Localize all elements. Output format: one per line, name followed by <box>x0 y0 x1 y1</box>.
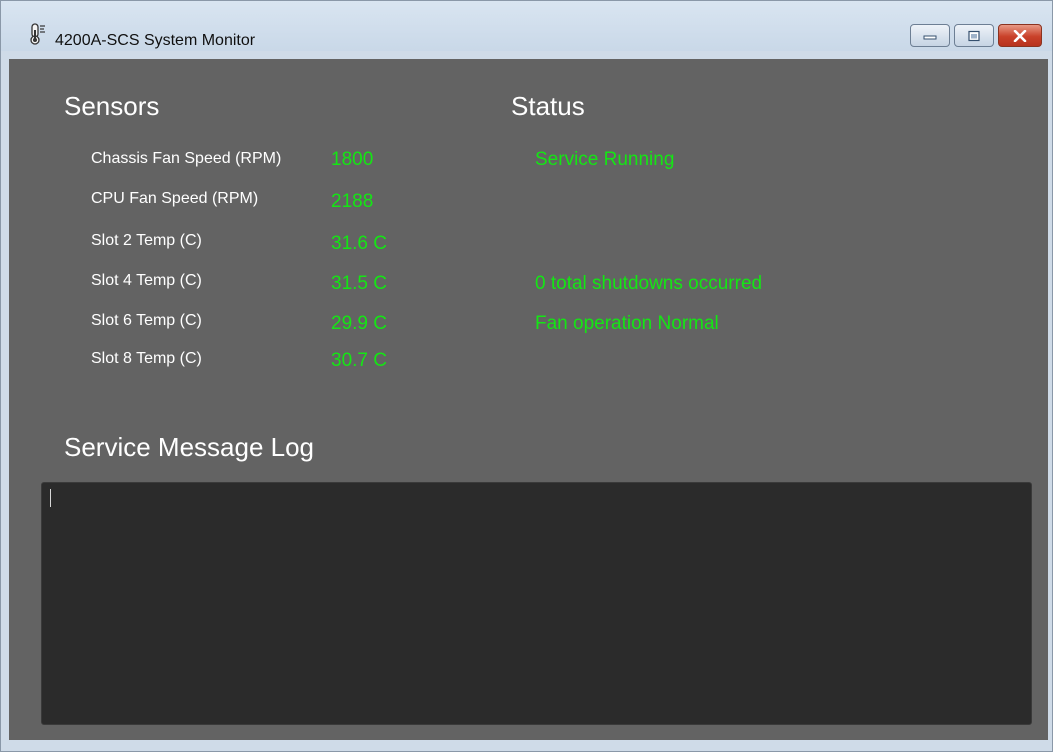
shutdown-count: 0 total shutdowns occurred <box>535 273 763 294</box>
log-heading: Service Message Log <box>64 432 315 462</box>
service-message-log[interactable] <box>41 482 1032 725</box>
system-monitor-window: 4200A-SCS System Monitor Sensors Status … <box>0 0 1053 752</box>
slot4-temp-label: Slot 4 Temp (C) <box>91 272 202 289</box>
slot4-temp-value: 31.5 C <box>331 273 387 294</box>
service-status: Service Running <box>535 149 675 170</box>
slot2-temp-label: Slot 2 Temp (C) <box>91 232 202 249</box>
caption-buttons <box>910 24 1042 47</box>
cpu-fan-label: CPU Fan Speed (RPM) <box>91 190 259 207</box>
slot6-temp-label: Slot 6 Temp (C) <box>91 312 202 329</box>
slot8-temp-label: Slot 8 Temp (C) <box>91 350 202 367</box>
window-title: 4200A-SCS System Monitor <box>55 32 256 49</box>
slot2-temp-value: 31.6 C <box>331 233 387 254</box>
close-button[interactable] <box>998 24 1042 47</box>
slot8-temp-value: 30.7 C <box>331 350 387 371</box>
sensors-heading: Sensors <box>64 91 160 121</box>
chassis-fan-label: Chassis Fan Speed (RPM) <box>91 150 282 167</box>
fan-status: Fan operation Normal <box>535 313 719 334</box>
minimize-icon <box>923 35 937 39</box>
slot6-temp-value: 29.9 C <box>331 313 387 334</box>
monitor-panel: Sensors Status Chassis Fan Speed (RPM) 1… <box>9 59 1048 740</box>
maximize-icon <box>968 30 980 41</box>
title-bar[interactable]: 4200A-SCS System Monitor <box>1 1 1052 51</box>
text-caret <box>50 489 51 507</box>
thermometer-icon <box>30 23 45 45</box>
maximize-button[interactable] <box>954 24 994 47</box>
cpu-fan-value: 2188 <box>331 191 374 212</box>
chassis-fan-value: 1800 <box>331 149 374 170</box>
minimize-button[interactable] <box>910 24 950 47</box>
close-icon <box>1013 29 1027 42</box>
status-heading: Status <box>511 91 585 121</box>
